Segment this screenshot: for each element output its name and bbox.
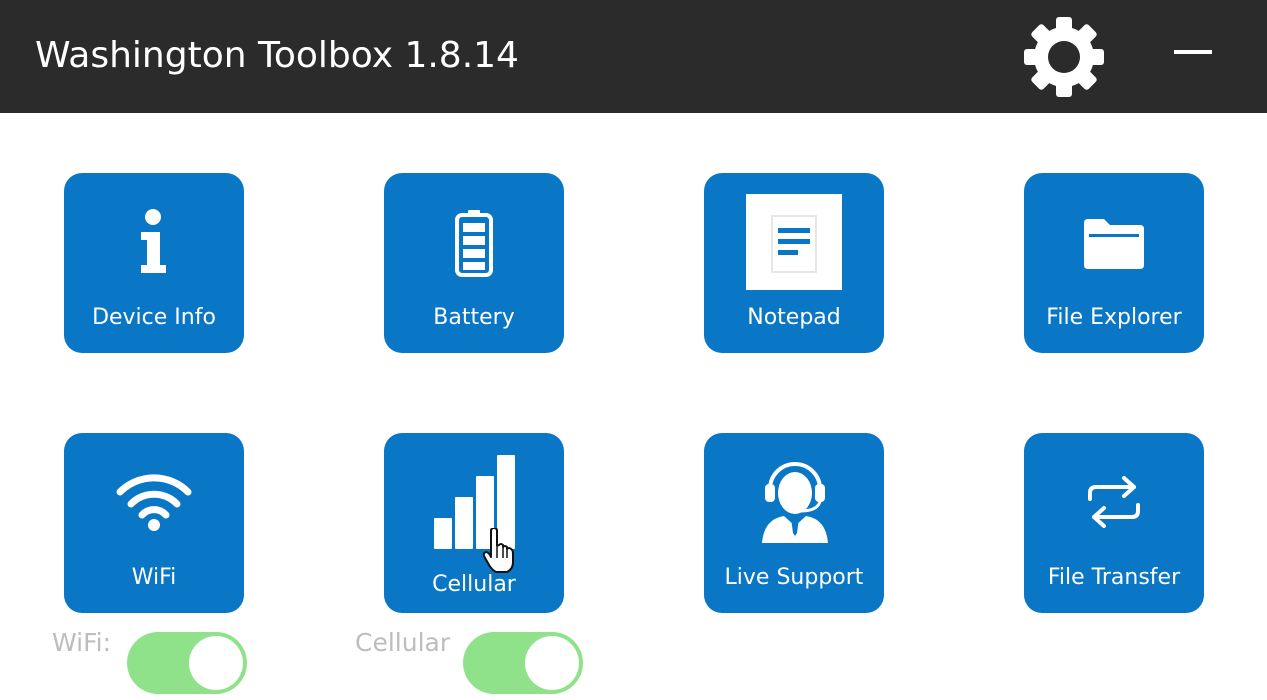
cellular-toggle-label: Cellular xyxy=(355,628,451,657)
folder-icon xyxy=(1084,219,1144,269)
toggle-knob xyxy=(189,636,243,690)
cellular-toggle[interactable] xyxy=(463,632,583,694)
tile-label: Live Support xyxy=(724,565,864,590)
notepad-tile[interactable]: Notepad xyxy=(704,173,884,353)
live-support-tile[interactable]: Live Support xyxy=(704,433,884,613)
wifi-toggle[interactable] xyxy=(127,632,247,694)
toggle-knob xyxy=(525,636,579,690)
tile-label: Cellular xyxy=(432,572,516,597)
battery-icon xyxy=(455,210,493,277)
wifi-toggle-label: WiFi: xyxy=(52,628,112,657)
tile-label: File Transfer xyxy=(1047,565,1181,590)
device-info-tile[interactable]: Device Info xyxy=(64,173,244,353)
settings-button[interactable] xyxy=(1022,15,1106,99)
info-icon xyxy=(141,209,166,273)
wifi-tile[interactable]: WiFi xyxy=(64,433,244,613)
app-title: Washington Toolbox 1.8.14 xyxy=(35,35,519,76)
gear-icon xyxy=(1024,17,1104,97)
tile-label: Notepad xyxy=(747,305,841,330)
tile-label: Device Info xyxy=(92,305,216,330)
wifi-icon xyxy=(116,474,192,531)
cellular-tile[interactable]: Cellular xyxy=(384,433,564,613)
tile-label: Battery xyxy=(433,305,515,330)
file-explorer-tile[interactable]: File Explorer xyxy=(1024,173,1204,353)
file-transfer-tile[interactable]: File Transfer xyxy=(1024,433,1204,613)
cellular-signal-icon xyxy=(434,455,515,549)
title-bar: Washington Toolbox 1.8.14 xyxy=(0,0,1267,113)
tile-label: WiFi xyxy=(131,565,177,590)
minimize-button[interactable] xyxy=(1168,38,1220,68)
battery-tile[interactable]: Battery xyxy=(384,173,564,353)
transfer-arrows-icon xyxy=(1088,476,1140,528)
support-agent-icon xyxy=(762,462,828,543)
tile-label: File Explorer xyxy=(1046,305,1182,330)
notepad-icon xyxy=(746,194,842,290)
